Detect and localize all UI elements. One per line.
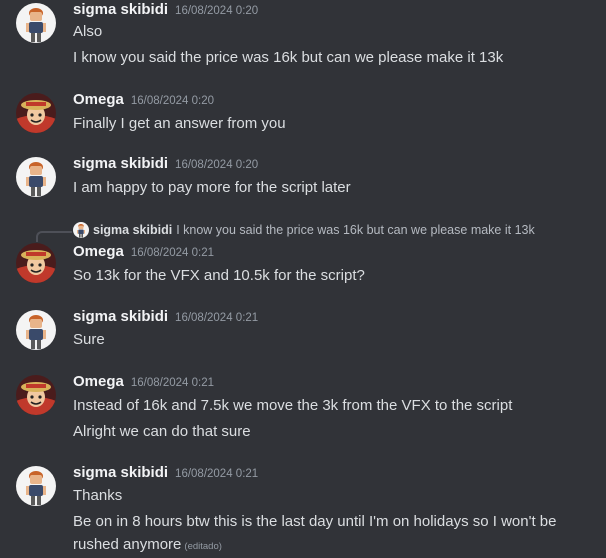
cartoon-character-avatar-icon xyxy=(16,466,56,506)
message-text: Instead of 16k and 7.5k we move the 3k f… xyxy=(73,397,513,414)
timestamp: 16/08/2024 0:21 xyxy=(175,468,259,480)
avatar[interactable] xyxy=(16,375,56,415)
avatar[interactable] xyxy=(16,243,56,283)
timestamp: 16/08/2024 0:20 xyxy=(130,95,214,107)
message-text: So 13k for the VFX and 10.5k for the scr… xyxy=(73,267,365,284)
reply-username[interactable]: sigma skibidi xyxy=(93,223,172,237)
message-text: Be on in 8 hours btw this is the last da… xyxy=(73,513,557,530)
message-header: Omega 16/08/2024 0:21 xyxy=(73,373,214,395)
username[interactable]: sigma skibidi xyxy=(73,155,168,172)
reply-reference[interactable]: sigma skibidi I know you said the price … xyxy=(73,221,535,239)
timestamp: 16/08/2024 0:20 xyxy=(175,5,259,17)
message-text: I am happy to pay more for the script la… xyxy=(73,179,351,196)
message-text-line: rushed anymore (editado) xyxy=(73,534,222,558)
message-header: sigma skibidi 16/08/2024 0:21 xyxy=(73,308,258,330)
username[interactable]: Omega xyxy=(73,373,124,390)
message-text: I know you said the price was 16k but ca… xyxy=(73,49,504,66)
username[interactable]: sigma skibidi xyxy=(73,464,168,481)
message-header: sigma skibidi 16/08/2024 0:20 xyxy=(73,155,258,177)
username[interactable]: Omega xyxy=(73,91,124,108)
reply-text[interactable]: I know you said the price was 16k but ca… xyxy=(176,223,535,237)
cartoon-character-avatar-icon xyxy=(73,222,89,238)
message-text: Thanks xyxy=(73,487,123,504)
username[interactable]: sigma skibidi xyxy=(73,1,168,18)
message-header: Omega 16/08/2024 0:21 xyxy=(73,243,214,265)
message-header: sigma skibidi 16/08/2024 0:21 xyxy=(73,464,258,486)
avatar[interactable] xyxy=(16,157,56,197)
username[interactable]: Omega xyxy=(73,243,124,260)
message-header: sigma skibidi 16/08/2024 0:20 xyxy=(73,1,258,23)
avatar[interactable] xyxy=(16,3,56,43)
edited-label: (editado) xyxy=(184,541,222,552)
timestamp: 16/08/2024 0:21 xyxy=(175,312,259,324)
message-header: Omega 16/08/2024 0:20 xyxy=(73,91,214,113)
cartoon-character-avatar-icon xyxy=(16,157,56,197)
username[interactable]: sigma skibidi xyxy=(73,308,168,325)
anime-pirate-avatar-icon xyxy=(16,375,56,415)
timestamp: 16/08/2024 0:21 xyxy=(130,247,214,259)
avatar[interactable] xyxy=(16,93,56,133)
message-text: Alright we can do that sure xyxy=(73,423,251,440)
cartoon-character-avatar-icon xyxy=(16,310,56,350)
avatar[interactable] xyxy=(16,466,56,506)
reply-avatar xyxy=(73,222,89,238)
reply-connector xyxy=(36,231,72,242)
message-text: rushed anymore xyxy=(73,536,182,553)
avatar[interactable] xyxy=(16,310,56,350)
cartoon-character-avatar-icon xyxy=(16,3,56,43)
anime-pirate-avatar-icon xyxy=(16,243,56,283)
timestamp: 16/08/2024 0:20 xyxy=(175,159,259,171)
message-text: Also xyxy=(73,23,103,40)
message-text: Sure xyxy=(73,331,105,348)
timestamp: 16/08/2024 0:21 xyxy=(130,377,214,389)
anime-pirate-avatar-icon xyxy=(16,93,56,133)
message-text: Finally I get an answer from you xyxy=(73,115,286,132)
